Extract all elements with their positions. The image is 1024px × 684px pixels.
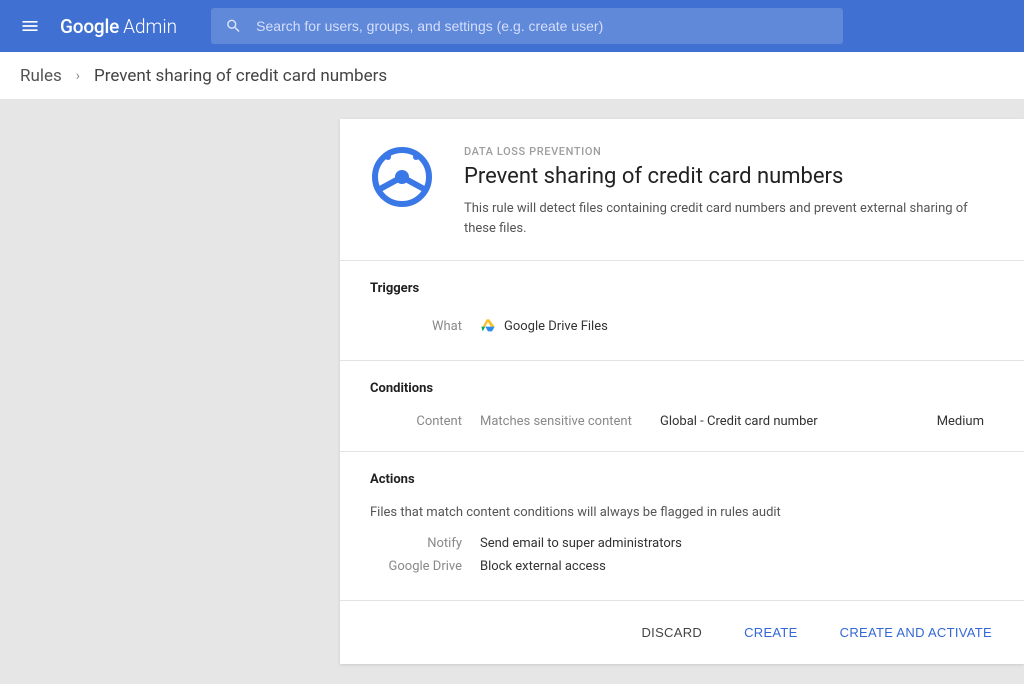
hamburger-icon	[20, 16, 40, 36]
logo-google: Google	[60, 15, 119, 38]
create-activate-button[interactable]: CREATE AND ACTIVATE	[836, 619, 996, 646]
content-area: DATA LOSS PREVENTION Prevent sharing of …	[0, 99, 1024, 664]
rule-description: This rule will detect files containing c…	[464, 199, 994, 238]
triggers-section: Triggers What Google Drive Files	[340, 261, 1024, 361]
steering-wheel-icon	[370, 145, 434, 209]
search-icon	[225, 17, 242, 35]
breadcrumb-current: Prevent sharing of credit card numbers	[94, 66, 387, 86]
actions-section: Actions Files that match content conditi…	[340, 452, 1024, 601]
menu-button[interactable]	[10, 6, 50, 46]
trigger-what-label: What	[370, 319, 480, 334]
trigger-what-value: Google Drive Files	[480, 318, 608, 334]
notify-label: Notify	[370, 536, 480, 551]
discard-button[interactable]: DISCARD	[637, 619, 706, 646]
actions-heading: Actions	[370, 472, 994, 487]
condition-detector: Global - Credit card number	[660, 414, 937, 429]
trigger-value-text: Google Drive Files	[504, 319, 608, 334]
condition-content-label: Content	[370, 414, 480, 429]
search-box[interactable]	[211, 8, 843, 44]
rule-card: DATA LOSS PREVENTION Prevent sharing of …	[340, 119, 1024, 664]
logo-admin: Admin	[123, 15, 177, 38]
condition-severity: Medium	[937, 414, 994, 429]
drive-value: Block external access	[480, 559, 606, 574]
trigger-row: What Google Drive Files	[370, 314, 994, 338]
google-drive-icon	[480, 318, 496, 334]
conditions-heading: Conditions	[370, 381, 994, 396]
top-bar: Google Admin	[0, 0, 1024, 52]
condition-row: Content Matches sensitive content Global…	[370, 414, 994, 429]
notify-value: Send email to super administrators	[480, 536, 682, 551]
drive-label: Google Drive	[370, 559, 480, 574]
create-button[interactable]: CREATE	[740, 619, 802, 646]
breadcrumb-root[interactable]: Rules	[20, 66, 62, 86]
card-header: DATA LOSS PREVENTION Prevent sharing of …	[340, 119, 1024, 261]
action-notify-row: Notify Send email to super administrator…	[370, 532, 994, 555]
action-drive-row: Google Drive Block external access	[370, 555, 994, 578]
breadcrumb: Rules › Prevent sharing of credit card n…	[0, 52, 1024, 99]
search-input[interactable]	[256, 18, 829, 34]
actions-note: Files that match content conditions will…	[370, 505, 994, 520]
conditions-section: Conditions Content Matches sensitive con…	[340, 361, 1024, 452]
chevron-right-icon: ›	[76, 68, 80, 84]
rule-title: Prevent sharing of credit card numbers	[464, 164, 994, 189]
app-logo[interactable]: Google Admin	[60, 15, 177, 38]
header-text: DATA LOSS PREVENTION Prevent sharing of …	[464, 145, 994, 238]
triggers-heading: Triggers	[370, 281, 994, 296]
card-footer: DISCARD CREATE CREATE AND ACTIVATE	[340, 601, 1024, 664]
condition-match-text: Matches sensitive content	[480, 414, 660, 429]
eyebrow-label: DATA LOSS PREVENTION	[464, 145, 994, 158]
